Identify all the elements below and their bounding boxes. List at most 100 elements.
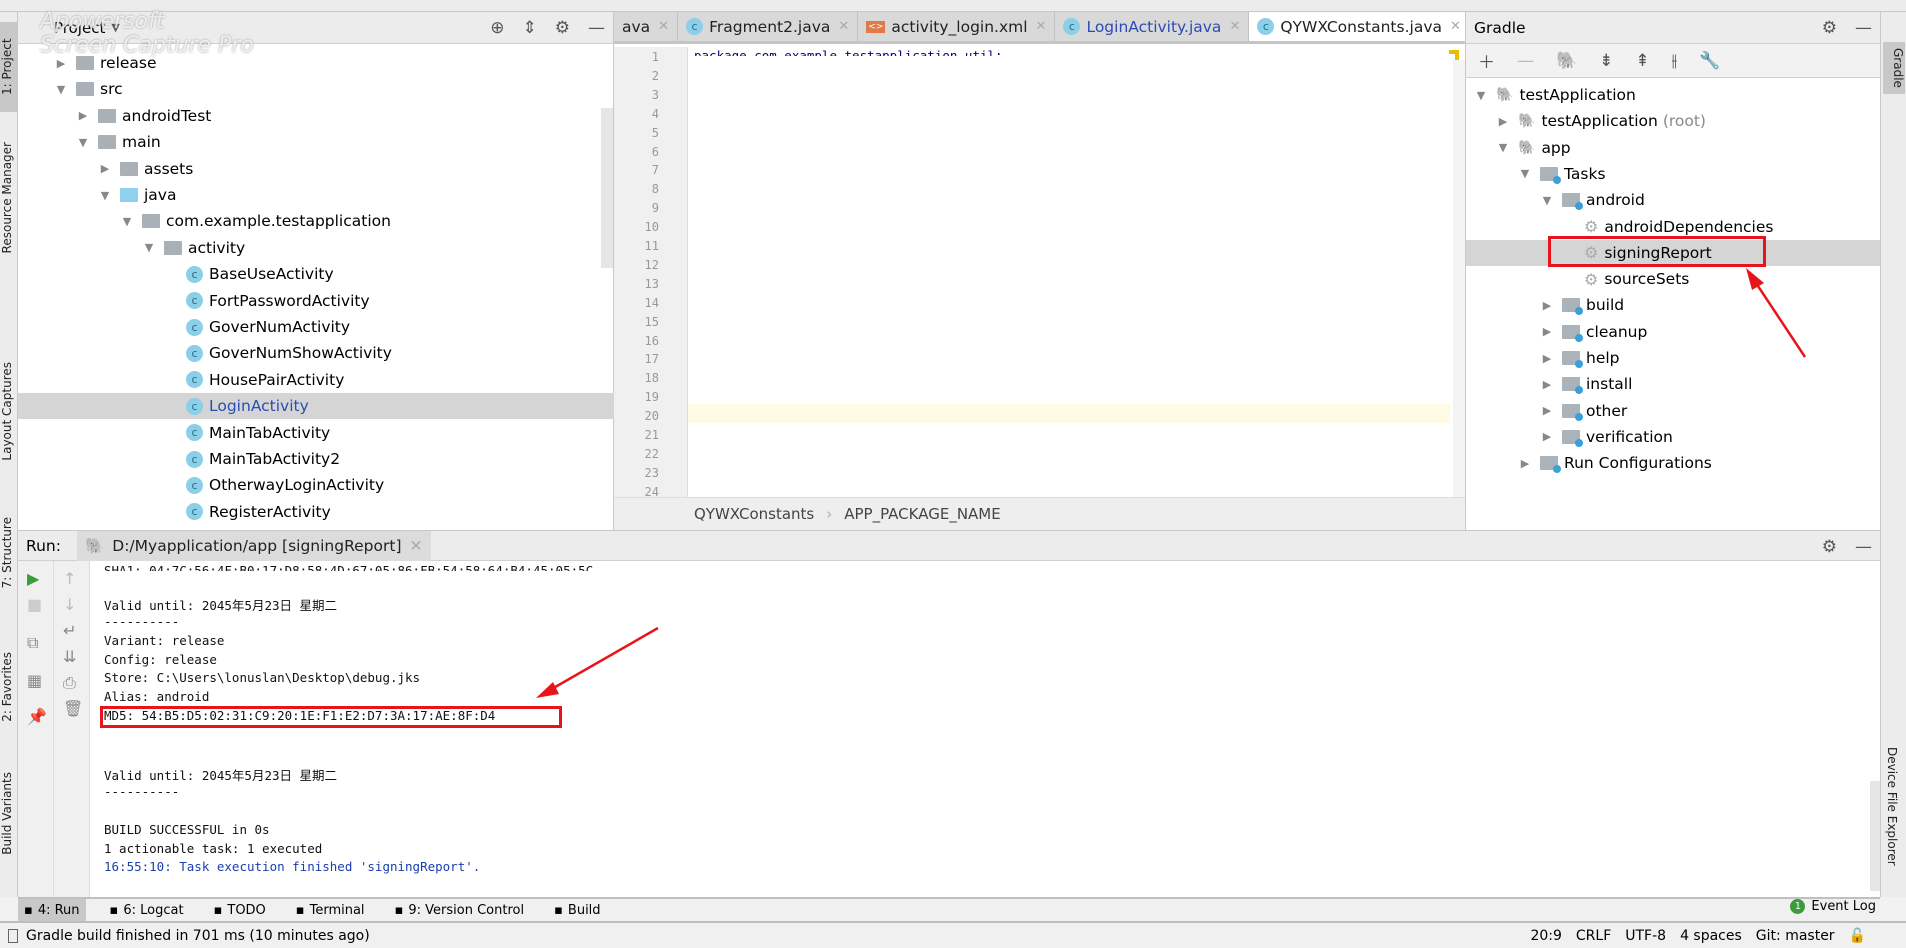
tool-structure[interactable]: 7: Structure	[0, 517, 18, 588]
chevron-down-icon[interactable]: ▼	[120, 215, 134, 228]
soft-wrap-icon[interactable]: ↵	[63, 621, 76, 640]
chevron-right-icon[interactable]: ▶	[1540, 325, 1554, 338]
project-scrollbar[interactable]	[601, 108, 613, 268]
tool-project[interactable]: 1: Project	[0, 22, 18, 112]
tree-item[interactable]: c RegisterActivity	[18, 499, 614, 525]
chevron-right-icon[interactable]: ▶	[54, 57, 68, 70]
breadcrumb-field[interactable]: APP_PACKAGE_NAME	[844, 505, 1000, 523]
gradle-tree-item[interactable]: ▶ help	[1466, 345, 1880, 371]
scroll-to-end-icon[interactable]: ⇊	[63, 647, 76, 666]
locate-icon[interactable]: ⊕	[490, 18, 504, 38]
tree-item[interactable]: c MainTabActivity2	[18, 446, 614, 472]
tool-window-button[interactable]: ▪ 6: Logcat	[104, 899, 190, 921]
event-log-button[interactable]: 1 Event Log	[1790, 899, 1876, 914]
tool-window-button[interactable]: ▪ Build	[548, 899, 606, 921]
tree-item[interactable]: c GoverNumShowActivity	[18, 340, 614, 366]
chevron-right-icon[interactable]: ▶	[1540, 430, 1554, 443]
collapse-all-icon[interactable]: ⇞	[1635, 51, 1649, 71]
chevron-down-icon[interactable]: ▼	[98, 189, 112, 202]
editor-scrollbar[interactable]	[1453, 60, 1465, 497]
tree-item[interactable]: ▶ assets	[18, 156, 614, 182]
editor-tab[interactable]: c QYWXConstants.java ✕	[1249, 12, 1470, 41]
tool-device-file-explorer[interactable]: Device File Explorer	[1885, 747, 1899, 866]
gradle-tree-item[interactable]: ▶ cleanup	[1466, 319, 1880, 345]
tool-favorites[interactable]: 2: Favorites	[0, 652, 18, 722]
breadcrumb-class[interactable]: QYWXConstants	[694, 505, 814, 523]
execute-task-icon[interactable]: 🐘	[1556, 51, 1577, 71]
editor-tab[interactable]: c LoginActivity.java ✕	[1055, 12, 1250, 41]
print-icon[interactable]: ⎙	[63, 673, 76, 693]
console-scrollbar[interactable]	[1870, 781, 1880, 891]
tree-item[interactable]: c GoverNumActivity	[18, 314, 614, 340]
remove-icon[interactable]: —	[1517, 51, 1534, 71]
tree-item[interactable]: ▼ main	[18, 129, 614, 155]
editor-tab[interactable]: ava ✕	[614, 12, 679, 41]
chevron-down-icon[interactable]: ▼	[1540, 194, 1554, 207]
tool-gradle[interactable]: Gradle	[1883, 42, 1905, 94]
collapse-all-icon[interactable]: ⇕	[523, 18, 537, 38]
tree-item[interactable]: ▶ release	[18, 50, 614, 76]
chevron-right-icon[interactable]: ▶	[1496, 115, 1510, 128]
chevron-down-icon[interactable]: ▼	[54, 83, 68, 96]
gradle-tree-item[interactable]: ▶ build	[1466, 292, 1880, 318]
chevron-down-icon[interactable]: ▼	[76, 136, 90, 149]
chevron-right-icon[interactable]: ▶	[1540, 404, 1554, 417]
arrow-down-icon[interactable]: ↓	[63, 595, 76, 614]
toggle-offline-icon[interactable]: ⫲	[1672, 51, 1678, 71]
lock-icon[interactable]: 🔓	[1849, 928, 1866, 944]
chevron-down-icon[interactable]: ▼	[111, 21, 119, 34]
line-separator[interactable]: CRLF	[1576, 928, 1611, 944]
close-icon[interactable]: ✕	[1229, 19, 1240, 34]
tool-window-button[interactable]: ▪ TODO	[208, 899, 272, 921]
tree-item[interactable]: ▼ java	[18, 182, 614, 208]
tree-item[interactable]: c OtherwayLoginActivity	[18, 472, 614, 498]
add-icon[interactable]: ＋	[1478, 48, 1495, 73]
chevron-right-icon[interactable]: ▶	[1540, 299, 1554, 312]
tree-item[interactable]: c BaseUseActivity	[18, 261, 614, 287]
chevron-right-icon[interactable]: ▶	[98, 162, 112, 175]
chevron-right-icon[interactable]: ▶	[1540, 378, 1554, 391]
tool-layout-captures[interactable]: Layout Captures	[0, 362, 18, 461]
chevron-right-icon[interactable]: ▶	[1540, 352, 1554, 365]
tree-item[interactable]: ▼ com.example.testapplication	[18, 208, 614, 234]
indent-setting[interactable]: 4 spaces	[1680, 928, 1742, 944]
tree-item[interactable]: ▼ src	[18, 76, 614, 102]
project-view-selector[interactable]: Project	[54, 19, 105, 37]
gear-icon[interactable]: ⚙	[555, 18, 570, 38]
gradle-tree-item[interactable]: ⚙ sourceSets	[1466, 266, 1880, 292]
toggle-tool-windows-icon[interactable]	[8, 928, 18, 943]
tree-item[interactable]: c LoginActivity	[18, 393, 614, 420]
wrench-icon[interactable]: 🔧	[1699, 51, 1720, 71]
caret-position[interactable]: 20:9	[1530, 928, 1561, 944]
tool-window-button[interactable]: ▪ Terminal	[290, 899, 371, 921]
gradle-tree-item[interactable]: ▶ verification	[1466, 424, 1880, 450]
gradle-tree-item[interactable]: ▶ install	[1466, 371, 1880, 397]
chevron-down-icon[interactable]: ▼	[1474, 89, 1488, 102]
stop-icon[interactable]: ■	[27, 595, 42, 614]
close-icon[interactable]: ✕	[1036, 19, 1047, 34]
chevron-down-icon[interactable]: ▼	[142, 241, 156, 254]
gradle-tree-item[interactable]: ▼ android	[1466, 187, 1880, 213]
chevron-right-icon[interactable]: ▶	[1518, 457, 1532, 470]
gradle-tree-item[interactable]: ▼ 🐘 testApplication	[1466, 82, 1880, 108]
tree-item[interactable]: c FortPasswordActivity	[18, 288, 614, 314]
expand-all-icon[interactable]: ⇟	[1599, 51, 1613, 71]
tree-item[interactable]: ▶ androidTest	[18, 103, 614, 129]
editor-tab[interactable]: c Fragment2.java ✕	[678, 12, 859, 41]
close-icon[interactable]: ✕	[838, 19, 849, 34]
rerun-icon[interactable]: ▶	[27, 569, 39, 588]
tool-window-button[interactable]: ▪ 4: Run	[18, 899, 86, 921]
tool-resource-manager[interactable]: Resource Manager	[0, 142, 18, 253]
close-icon[interactable]: ✕	[658, 19, 669, 34]
gradle-tree-item[interactable]: ▶ Run Configurations	[1466, 450, 1880, 476]
status-message[interactable]: Gradle build finished in 701 ms (10 minu…	[26, 928, 370, 944]
arrow-up-icon[interactable]: ↑	[63, 569, 76, 588]
gradle-tree-item[interactable]: ▼ Tasks	[1466, 161, 1880, 187]
hide-icon[interactable]: —	[588, 18, 605, 38]
tree-item[interactable]: ▼ activity	[18, 235, 614, 261]
gradle-tree-item[interactable]: ▼ 🐘 app	[1466, 135, 1880, 161]
close-icon[interactable]: ✕	[1450, 19, 1461, 34]
pin-icon[interactable]: 📌	[27, 707, 47, 726]
hide-icon[interactable]: —	[1855, 18, 1872, 38]
hide-icon[interactable]: —	[1855, 537, 1872, 557]
